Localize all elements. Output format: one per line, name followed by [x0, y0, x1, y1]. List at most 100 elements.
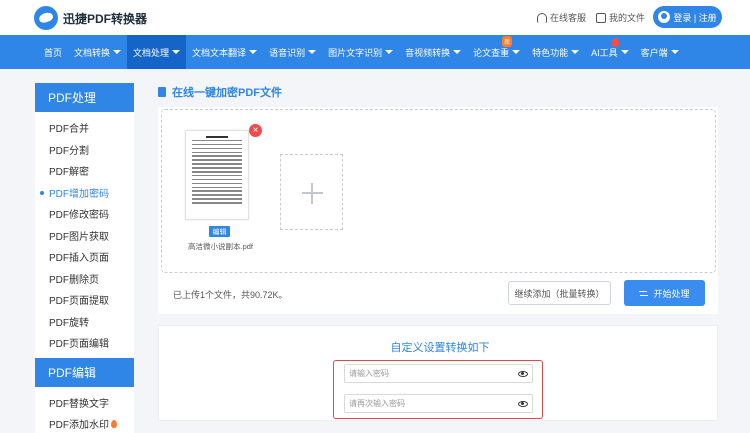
hot-flame-icon — [612, 38, 620, 47]
thumbnail-line — [192, 194, 242, 196]
login-button[interactable]: 登录 | 注册 — [653, 6, 722, 28]
eye-icon[interactable] — [518, 371, 528, 377]
sidebar-item-pdf-merge[interactable]: PDF合并 — [35, 117, 134, 139]
chevron-down-icon — [385, 50, 394, 54]
sidebar-item-pdf-extract-images[interactable]: PDF图片获取 — [35, 225, 134, 247]
logo-text[interactable]: 迅捷PDF转换器 — [63, 10, 147, 27]
nav-label: AI工具 — [591, 47, 618, 58]
nav-label: 特色功能 — [532, 47, 569, 58]
thumbnail-line — [206, 136, 228, 138]
thumbnail-line — [192, 198, 242, 200]
thumbnail-line — [192, 147, 242, 150]
thumbnail-line — [192, 143, 242, 146]
sidebar-item-pdf-rotate[interactable]: PDF旋转 — [35, 311, 134, 333]
thumbnail-line — [192, 186, 242, 189]
nav-plagiarism-check[interactable]: 论文查重新 — [467, 35, 526, 69]
nav-label: 论文查重 — [473, 47, 510, 58]
nav-home[interactable]: 首页 — [38, 35, 68, 69]
thumbnail-line — [192, 139, 242, 142]
thumbnail-line — [192, 167, 242, 169]
thumbnail-line — [192, 159, 242, 161]
my-files-link[interactable]: 我的文件 — [596, 11, 645, 24]
continue-add-button[interactable]: 继续添加（批量转换） — [508, 281, 611, 305]
sidebar-list-process: PDF合并 PDF分割 PDF解密 PDF增加密码 PDF修改密码 PDF图片获… — [35, 112, 134, 354]
nav-label: 文档转换 — [74, 47, 111, 58]
chevron-down-icon — [512, 50, 521, 54]
sidebar-item-pdf-add-watermark[interactable]: PDF添加水印 — [35, 413, 134, 433]
logo-icon[interactable] — [34, 6, 58, 30]
chevron-down-icon — [249, 50, 258, 54]
my-files-label: 我的文件 — [609, 13, 646, 23]
nav-client[interactable]: 客户端 — [635, 35, 685, 69]
nav-ai-tools[interactable]: AI工具 — [585, 35, 635, 69]
document-icon — [158, 87, 166, 97]
file-name: 高洁微小说副本.pdf — [188, 242, 254, 251]
thumbnail-line — [192, 171, 242, 173]
chevron-down-icon — [113, 50, 122, 54]
headset-icon — [537, 12, 547, 23]
user-icon — [658, 11, 671, 23]
nav-speech-recognition[interactable]: 语音识别 — [263, 35, 322, 69]
new-badge: 新 — [502, 36, 513, 47]
password-input[interactable] — [344, 364, 533, 383]
chevron-down-icon — [670, 50, 679, 54]
file-icon — [596, 12, 606, 23]
add-file-button[interactable] — [280, 154, 343, 230]
sidebar-item-pdf-extract-page[interactable]: PDF页面提取 — [35, 289, 134, 311]
nav-label: 图片文字识别 — [328, 47, 383, 58]
sidebar-item-pdf-replace-text[interactable]: PDF替换文字 — [35, 392, 134, 414]
chevron-down-icon — [620, 50, 629, 54]
customer-service-link[interactable]: 在线客服 — [537, 11, 586, 24]
sidebar-item-pdf-split[interactable]: PDF分割 — [35, 139, 134, 161]
pdf-thumbnail[interactable] — [185, 130, 249, 220]
thumbnail-line — [192, 182, 242, 185]
thumbnail-line — [192, 155, 242, 157]
nav-label: 首页 — [44, 47, 63, 58]
login-label: 登录 | 注册 — [673, 12, 717, 23]
customer-service-label: 在线客服 — [550, 13, 587, 23]
chevron-down-icon — [308, 50, 317, 54]
sidebar-item-pdf-delete-page[interactable]: PDF删除页 — [35, 268, 134, 290]
nav-label: 音视频转换 — [405, 47, 451, 58]
remove-file-icon[interactable]: × — [249, 124, 262, 137]
nav-doc-convert[interactable]: 文档转换 — [68, 35, 127, 69]
nav-doc-translate[interactable]: 文档文本翻译 — [186, 35, 263, 69]
main-nav: 首页 文档转换 文档处理 文档文本翻译 语音识别 图片文字识别 音视频转换 论文… — [0, 35, 750, 69]
start-process-label: 开始处理 — [653, 288, 690, 299]
nav-label: 文档文本翻译 — [192, 47, 247, 58]
page-title-text: 在线一键加密PDF文件 — [172, 87, 282, 99]
sidebar-list-edit: PDF替换文字 PDF添加水印 — [35, 387, 134, 433]
hot-flame-icon — [111, 419, 117, 428]
edit-file-button[interactable]: 编辑 — [209, 226, 230, 237]
eye-icon[interactable] — [518, 401, 528, 407]
sidebar-section-pdf-edit: PDF编辑 — [35, 357, 134, 387]
chevron-down-icon — [172, 50, 181, 54]
swap-icon — [639, 289, 649, 298]
sidebar-item-pdf-decrypt[interactable]: PDF解密 — [35, 160, 134, 182]
thumbnail-line — [192, 163, 242, 165]
upload-status-text: 已上传1个文件，共90.72K。 — [173, 290, 288, 300]
thumbnail-line — [192, 151, 242, 154]
thumbnail-line — [192, 178, 242, 181]
chevron-down-icon — [571, 50, 580, 54]
sidebar-item-pdf-insert-page[interactable]: PDF插入页面 — [35, 246, 134, 268]
sidebar-item-label: PDF添加水印 — [49, 420, 109, 432]
page-title: 在线一键加密PDF文件 — [158, 84, 282, 100]
chevron-down-icon — [453, 50, 462, 54]
top-bar: 迅捷PDF转换器 在线客服 我的文件 登录 | 注册 — [0, 0, 750, 35]
thumbnail-line — [192, 190, 242, 192]
nav-label: 文档处理 — [133, 47, 170, 58]
nav-label: 语音识别 — [269, 47, 306, 58]
sidebar-section-pdf-process: PDF处理 — [35, 83, 134, 112]
sidebar-item-pdf-add-password[interactable]: PDF增加密码 — [35, 182, 134, 204]
start-process-button[interactable]: 开始处理 — [624, 280, 705, 306]
nav-image-ocr[interactable]: 图片文字识别 — [322, 35, 399, 69]
sidebar-item-pdf-change-password[interactable]: PDF修改密码 — [35, 203, 134, 225]
settings-title: 自定义设置转换如下 — [390, 342, 490, 354]
nav-av-convert[interactable]: 音视频转换 — [399, 35, 467, 69]
nav-label: 客户端 — [640, 47, 668, 58]
nav-doc-process[interactable]: 文档处理 — [127, 35, 187, 69]
thumbnail-line — [192, 174, 242, 177]
nav-featured[interactable]: 特色功能 — [526, 35, 585, 69]
confirm-password-input[interactable] — [344, 394, 533, 413]
